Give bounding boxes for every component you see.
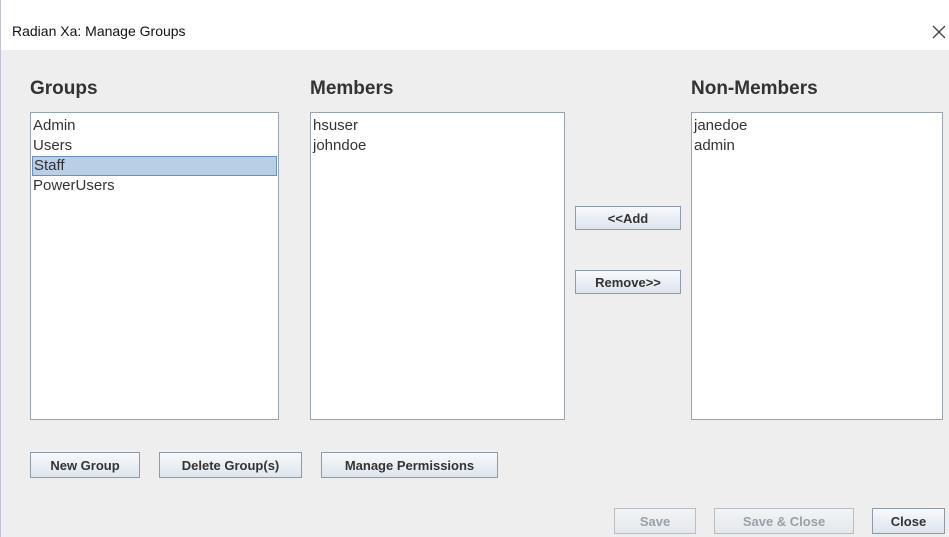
group-item-powerusers[interactable]: PowerUsers <box>32 176 277 196</box>
save-and-close-button[interactable]: Save & Close <box>714 508 854 534</box>
remove-button[interactable]: Remove>> <box>575 270 681 294</box>
add-button[interactable]: <<Add <box>575 206 681 230</box>
groups-header: Groups <box>30 78 98 99</box>
group-item-admin[interactable]: Admin <box>32 116 277 136</box>
member-item-hsuser[interactable]: hsuser <box>312 116 563 136</box>
group-item-staff[interactable]: Staff <box>32 156 277 176</box>
groups-list[interactable]: Admin Users Staff PowerUsers <box>30 112 279 420</box>
non-member-item-janedoe[interactable]: janedoe <box>693 116 941 136</box>
group-item-users[interactable]: Users <box>32 136 277 156</box>
members-list[interactable]: hsuser johndoe <box>310 112 565 420</box>
non-members-list[interactable]: janedoe admin <box>691 112 943 420</box>
save-button[interactable]: Save <box>614 508 696 534</box>
title-bar: Radian Xa: Manage Groups <box>1 0 949 50</box>
members-header: Members <box>310 78 394 99</box>
non-member-item-admin[interactable]: admin <box>693 136 941 156</box>
non-members-header: Non-Members <box>691 78 818 99</box>
window-title: Radian Xa: Manage Groups <box>12 23 186 39</box>
manage-permissions-button[interactable]: Manage Permissions <box>321 452 498 478</box>
member-item-johndoe[interactable]: johndoe <box>312 136 563 156</box>
new-group-button[interactable]: New Group <box>30 452 140 478</box>
delete-groups-button[interactable]: Delete Group(s) <box>159 452 302 478</box>
manage-groups-dialog: Radian Xa: Manage Groups Groups Admin Us… <box>0 0 949 537</box>
close-icon[interactable] <box>929 22 949 42</box>
close-button[interactable]: Close <box>872 508 945 534</box>
